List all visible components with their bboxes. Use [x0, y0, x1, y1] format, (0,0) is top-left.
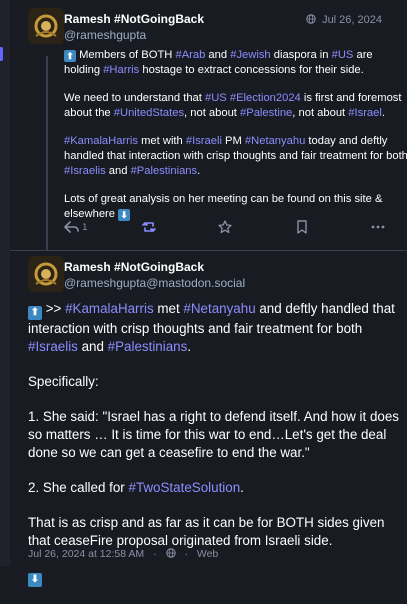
text-segment: 2. She called for — [28, 480, 129, 495]
post-paragraph: That is as crisp and as far as it can be… — [28, 514, 400, 550]
down-arrow-emoji: ⬇ — [28, 573, 42, 587]
account-handle[interactable]: @rameshgupta@mastodon.social — [64, 276, 245, 290]
action-bar: 1 — [64, 220, 407, 240]
boost-button[interactable] — [142, 220, 156, 234]
post-date: Jul 26, 2024 — [322, 14, 382, 26]
text-segment: . — [197, 165, 201, 177]
text-segment: . — [381, 107, 385, 119]
post-divider — [10, 250, 407, 251]
up-arrow-emoji: ⬆ — [28, 306, 42, 320]
meta-separator: · — [184, 548, 188, 560]
left-sidebar-edge — [0, 0, 10, 566]
avatar[interactable] — [28, 8, 64, 44]
star-icon — [218, 220, 232, 234]
text-segment: hostage to extract concessions for their… — [139, 64, 364, 76]
hashtag-link[interactable]: #Palestinians — [108, 339, 188, 354]
reply-button[interactable]: 1 — [64, 220, 88, 234]
text-segment: Specifically: — [28, 374, 99, 389]
post-paragraph: 2. She called for #TwoStateSolution. — [28, 479, 400, 497]
post-timestamp[interactable]: Jul 26, 2024 at 12:58 AM — [28, 548, 144, 560]
hashtag-link[interactable]: #Palestine — [240, 107, 292, 119]
post-content: ⬆ Members of BOTH #Arab and #Jewish dias… — [64, 48, 407, 235]
globe-icon — [165, 548, 179, 560]
hashtag-link[interactable]: #Netanyahu — [183, 301, 255, 316]
text-segment: 1. She said: "Israel has a right to defe… — [28, 409, 399, 460]
text-segment: diaspora in — [270, 49, 332, 61]
text-segment: , not about — [184, 107, 241, 119]
hashtag-link[interactable]: #KamalaHarris — [64, 135, 138, 147]
globe-icon — [306, 14, 319, 26]
post-paragraph: #KamalaHarris met with #Israeli PM #Neta… — [64, 134, 407, 179]
text-segment: Lots of great analysis on her meeting ca… — [64, 193, 383, 220]
hashtag-link[interactable]: #Netanyahu — [245, 135, 305, 147]
post-metadata: Jul 26, 2024 at 12:58 AM · · Web — [28, 548, 224, 560]
boost-icon — [142, 220, 156, 234]
post-visibility: Web — [196, 548, 219, 560]
post-paragraph: Lots of great analysis on her meeting ca… — [64, 192, 407, 222]
text-segment: and — [77, 339, 108, 354]
post-paragraph: ⬆ >> #KamalaHarris met #Netanyahu and de… — [28, 300, 400, 356]
post-paragraph: We need to understand that #US #Election… — [64, 91, 407, 121]
avatar[interactable] — [28, 256, 64, 292]
hashtag-link[interactable]: #Israel — [348, 107, 382, 119]
hashtag-link[interactable]: #Jewish — [230, 49, 270, 61]
text-segment: , not about — [292, 107, 349, 119]
hashtag-link[interactable]: #Harris — [103, 64, 139, 76]
more-options-button[interactable] — [370, 220, 386, 234]
text-segment: Members of BOTH — [76, 49, 176, 61]
account-handle[interactable]: @rameshgupta — [64, 28, 146, 42]
text-segment: and — [205, 49, 231, 61]
sidebar-active-marker — [0, 47, 3, 61]
reply-icon — [64, 220, 80, 234]
bookmark-button[interactable] — [296, 220, 308, 234]
hashtag-link[interactable]: #Israeli — [186, 135, 222, 147]
hashtag-link[interactable]: #US — [205, 92, 227, 104]
hashtag-link[interactable]: #Palestinians — [131, 165, 198, 177]
post-paragraph: 1. She said: "Israel has a right to defe… — [28, 408, 400, 462]
hashtag-link[interactable]: #Election2024 — [230, 92, 301, 104]
hashtag-link[interactable]: #Arab — [175, 49, 205, 61]
text-segment: That is as crisp and as far as it can be… — [28, 515, 385, 548]
text-segment: . — [240, 480, 244, 495]
text-segment: met with — [138, 135, 186, 147]
text-segment: PM — [221, 135, 245, 147]
text-segment: We need to understand that — [64, 92, 205, 104]
favourite-button[interactable] — [218, 220, 232, 234]
ellipsis-icon — [370, 220, 386, 234]
text-segment: . — [187, 339, 192, 354]
hashtag-link[interactable]: #TwoStateSolution — [129, 480, 241, 495]
bookmark-icon — [296, 220, 308, 234]
hashtag-link[interactable]: #UnitedStates — [114, 107, 184, 119]
display-name[interactable]: Ramesh #NotGoingBack — [64, 260, 204, 274]
reply-count: 1 — [82, 223, 88, 233]
post-paragraph: ⬇ — [28, 567, 400, 587]
meta-separator: · — [153, 548, 157, 560]
up-arrow-emoji: ⬆ — [64, 50, 76, 62]
text-segment: and — [105, 165, 131, 177]
post-date-link[interactable]: Jul 26, 2024 — [306, 14, 382, 26]
post-paragraph: ⬆ Members of BOTH #Arab and #Jewish dias… — [64, 48, 407, 78]
hashtag-link[interactable]: #Israelis — [64, 165, 106, 177]
display-name[interactable]: Ramesh #NotGoingBack — [64, 12, 204, 26]
text-segment: met — [153, 301, 184, 316]
post-paragraph: Specifically: — [28, 373, 400, 391]
text-segment: >> — [42, 301, 66, 316]
hashtag-link[interactable]: #Israelis — [28, 339, 78, 354]
hashtag-link[interactable]: #KamalaHarris — [65, 301, 154, 316]
hashtag-link[interactable]: #US — [332, 49, 354, 61]
thread-connector-line — [46, 56, 48, 250]
